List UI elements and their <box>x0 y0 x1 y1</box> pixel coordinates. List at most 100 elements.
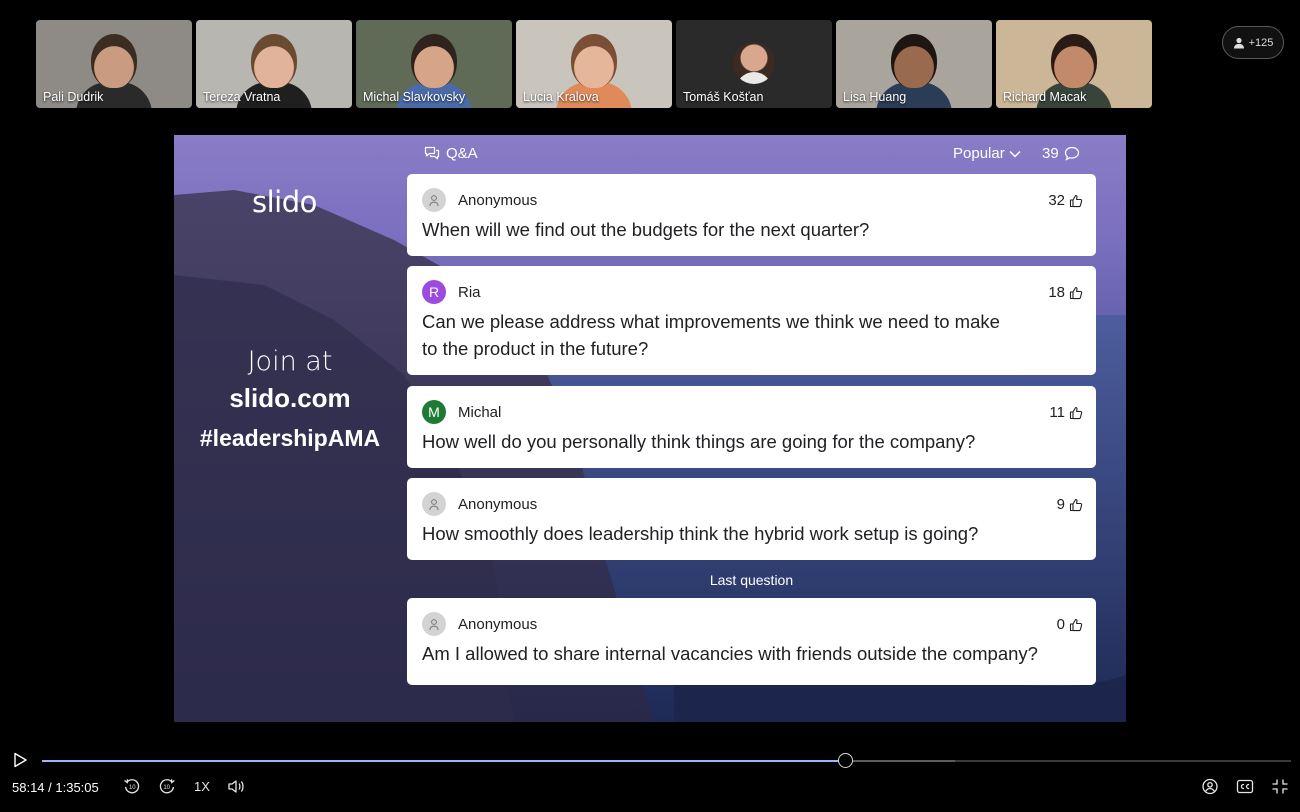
question-card: Anonymous 0 Am I allowed to share internal… <box>407 598 1096 685</box>
played-bar <box>42 760 846 762</box>
join-label: Join at <box>247 346 333 377</box>
question-author: M Michal <box>422 400 501 424</box>
participant-name: Richard Macak <box>1003 90 1087 104</box>
anonymous-avatar-icon <box>422 492 446 516</box>
participant-strip: Pali Dudrik Tereza Vratna Michal Slavkovsk… <box>36 20 1152 108</box>
question-text-line: How well do you personally think things … <box>422 431 976 452</box>
participant-tile[interactable]: Pali Dudrik <box>36 20 192 108</box>
question-author: Anonymous <box>422 188 537 212</box>
like-count[interactable]: 9 <box>1057 496 1083 513</box>
avatar <box>733 42 775 84</box>
person-icon <box>1233 37 1244 48</box>
participant-tile[interactable]: Tomáš Košťan <box>676 20 832 108</box>
audio-description-icon <box>1202 778 1218 795</box>
closed-captions-button[interactable] <box>1236 778 1254 795</box>
audio-description-button[interactable] <box>1201 778 1219 795</box>
rewind-10-button[interactable]: 10 <box>123 778 141 795</box>
participant-tile[interactable]: Lucia Kralova <box>516 20 672 108</box>
participant-name: Michal Slavkovsky <box>363 90 466 104</box>
like-count[interactable]: 18 <box>1048 284 1083 301</box>
question-card: Anonymous 32 When will we find out the bud… <box>407 174 1096 256</box>
question-card: Anonymous 9 How smoothly does leadership t… <box>407 478 1096 560</box>
qa-label: Q&A <box>446 145 478 162</box>
author-name: Ria <box>458 283 481 301</box>
participant-tile[interactable]: Richard Macak <box>996 20 1152 108</box>
question-text-line: How smoothly does leadership think the h… <box>422 523 979 544</box>
anonymous-avatar-icon <box>422 612 446 636</box>
join-url: slido.com <box>229 383 351 413</box>
forward-seconds: 10 <box>163 785 170 791</box>
exit-fullscreen-icon <box>1272 779 1288 794</box>
participant-head <box>91 34 137 88</box>
author-name: Anonymous <box>458 615 538 633</box>
playback-speed-button[interactable]: 1X <box>191 778 213 795</box>
anonymous-avatar-icon <box>422 188 446 212</box>
question-text-line: Am I allowed to share internal vacancies… <box>422 643 1038 664</box>
volume-button[interactable] <box>227 778 245 795</box>
participant-name: Lisa Huang <box>843 90 907 104</box>
question-author: Anonymous <box>422 612 537 636</box>
more-participants-count: +125 <box>1248 36 1274 49</box>
question-author: Anonymous <box>422 492 537 516</box>
like-count-value: 32 <box>1048 192 1065 209</box>
question-card: R Ria 18 Can we please address what improve… <box>407 266 1096 375</box>
time-display: 58:14 / 1:35:05 <box>12 780 99 795</box>
participant-tile[interactable]: Michal Slavkovsky <box>356 20 512 108</box>
author-name: Anonymous <box>458 191 538 209</box>
qa-icon <box>424 146 440 160</box>
participant-head <box>1051 34 1097 88</box>
question-text: Am I allowed to share internal vacancies… <box>422 640 1062 667</box>
thumbs-up-icon <box>1069 618 1083 631</box>
like-count-value: 9 <box>1056 496 1065 513</box>
question-text: When will we find out the budgets for th… <box>422 216 1062 243</box>
event-code: #leadershipAMA <box>199 425 381 451</box>
participant-name: Pali Dudrik <box>43 90 104 104</box>
participant-head <box>411 34 457 88</box>
cc-icon <box>1236 779 1254 794</box>
thumbs-up-icon <box>1069 498 1083 511</box>
question-count-value: 39 <box>1042 145 1059 162</box>
question-text-line: Can we please address what improvements … <box>422 311 1000 332</box>
speech-bubble-icon <box>1064 146 1079 161</box>
like-count-value: 11 <box>1049 404 1065 421</box>
question-card: M Michal 11 How well do you personally thin… <box>407 386 1096 468</box>
question-author: R Ria <box>422 280 481 304</box>
sort-dropdown[interactable]: Popular <box>953 145 1021 162</box>
forward-10-button[interactable]: 10 <box>158 778 176 795</box>
thumbs-up-icon <box>1069 406 1083 419</box>
like-count-value: 18 <box>1048 284 1065 301</box>
participant-tile[interactable]: Tereza Vratna <box>196 20 352 108</box>
play-icon[interactable] <box>12 752 28 768</box>
sort-label: Popular <box>953 145 1005 162</box>
question-count: 39 <box>1042 145 1080 162</box>
speaker-icon <box>228 780 244 793</box>
progress-bar[interactable] <box>42 760 1291 762</box>
forward-icon: 10 <box>159 779 175 794</box>
like-count[interactable]: 0 <box>1057 616 1083 633</box>
rewind-icon: 10 <box>124 779 140 794</box>
participant-tile[interactable]: Lisa Huang <box>836 20 992 108</box>
progress-handle[interactable] <box>838 753 854 768</box>
question-text: Can we please address what improvements … <box>422 308 1062 362</box>
slido-logo: slido <box>252 185 317 219</box>
like-count[interactable]: 11 <box>1049 404 1083 421</box>
thumbs-up-icon <box>1069 286 1083 299</box>
presentation-slide: slido Join at slido.com #leadershipAMA Q… <box>174 135 1126 722</box>
like-count-value: 0 <box>1056 616 1065 633</box>
author-name: Anonymous <box>458 495 538 513</box>
question-text-line: When will we find out the budgets for th… <box>422 219 870 240</box>
like-count[interactable]: 32 <box>1048 192 1083 209</box>
participant-head <box>251 34 297 88</box>
participant-name: Tereza Vratna <box>203 90 281 104</box>
qa-header: Q&A <box>424 145 478 162</box>
participant-name: Tomáš Košťan <box>683 90 764 104</box>
exit-fullscreen-button[interactable] <box>1271 778 1289 795</box>
author-avatar: M <box>422 400 446 424</box>
participant-head <box>891 34 937 88</box>
chevron-down-icon <box>1009 150 1021 158</box>
participant-name: Lucia Kralova <box>523 90 599 104</box>
author-avatar: R <box>422 280 446 304</box>
more-participants-button[interactable]: +125 <box>1222 26 1284 59</box>
question-text: How well do you personally think things … <box>422 428 1062 455</box>
question-text: How smoothly does leadership think the h… <box>422 520 1062 547</box>
